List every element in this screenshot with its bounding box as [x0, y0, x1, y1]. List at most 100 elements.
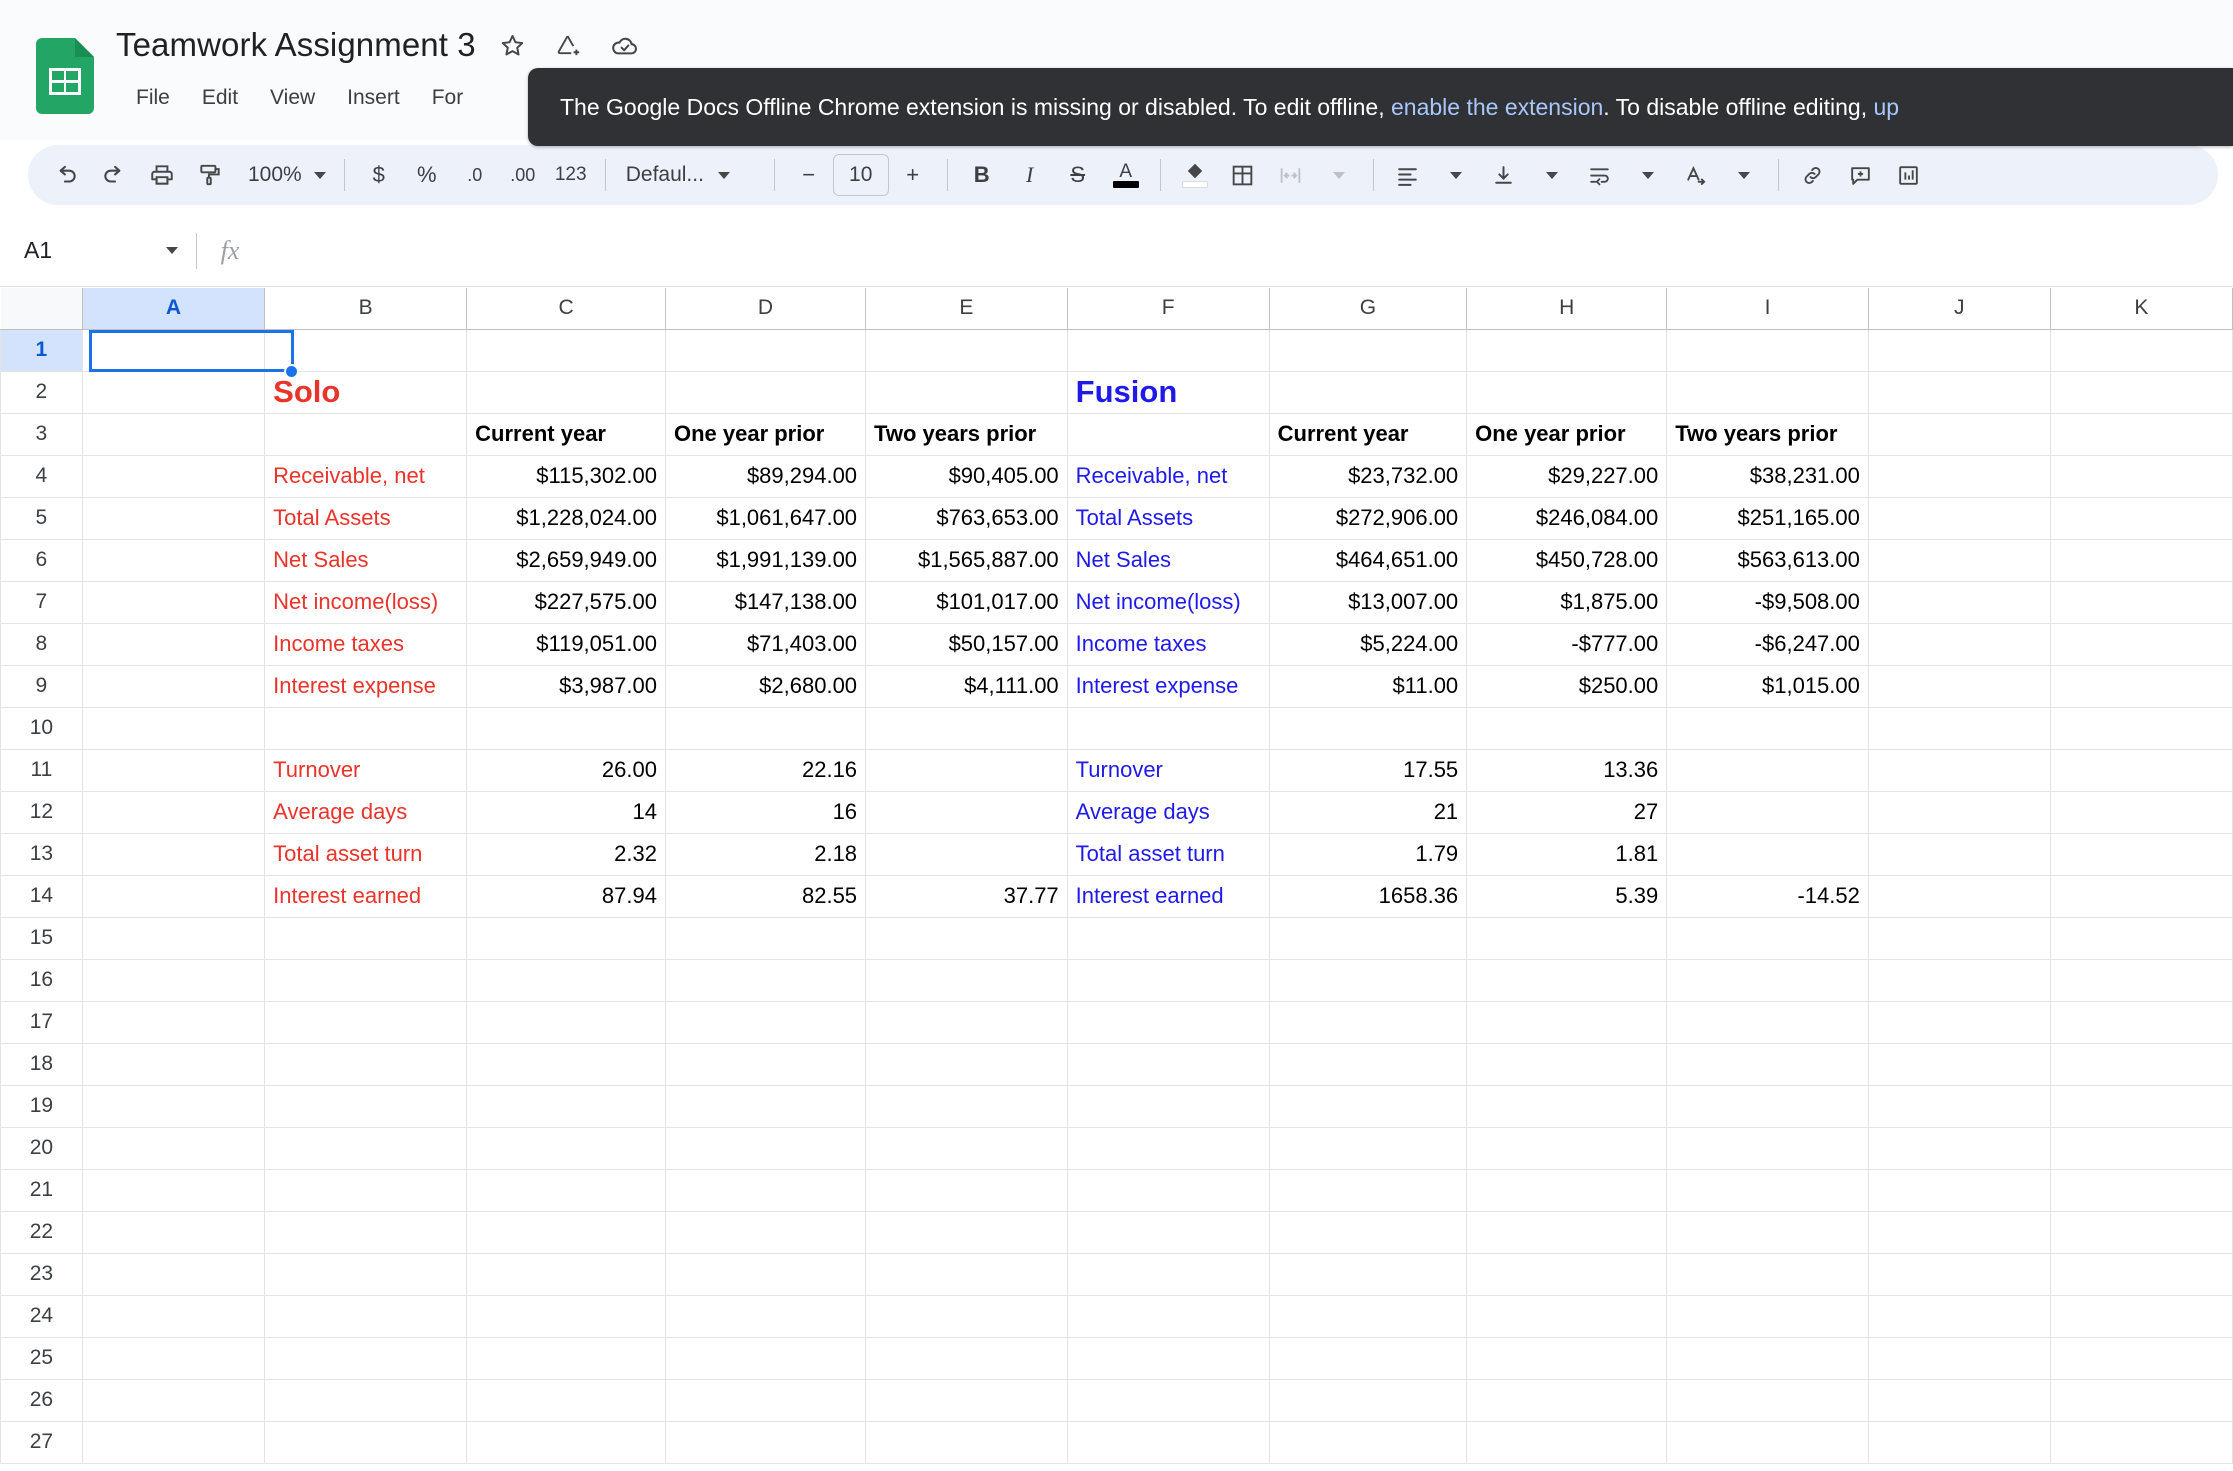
cell-C16[interactable]: [466, 958, 666, 1002]
cell-C13[interactable]: 2.32: [466, 832, 666, 876]
cell-D21[interactable]: [664, 1168, 867, 1212]
cell-K12[interactable]: [2049, 790, 2233, 834]
cell-G19[interactable]: [1268, 1084, 1468, 1128]
cell-D3[interactable]: One year prior: [664, 412, 867, 456]
cell-H8[interactable]: -$777.00: [1466, 622, 1668, 666]
cell-H6[interactable]: $450,728.00: [1466, 538, 1668, 582]
horizontal-align-dropdown[interactable]: [1432, 151, 1480, 199]
cell-G8[interactable]: $5,224.00: [1268, 622, 1468, 666]
cell-E5[interactable]: $763,653.00: [865, 496, 1068, 540]
cell-C8[interactable]: $119,051.00: [466, 622, 666, 666]
print-icon[interactable]: [138, 151, 186, 199]
cell-A25[interactable]: [81, 1336, 266, 1380]
cell-A22[interactable]: [81, 1210, 266, 1254]
cell-C11[interactable]: 26.00: [466, 748, 666, 792]
cell-E15[interactable]: [865, 916, 1068, 960]
cell-I4[interactable]: $38,231.00: [1666, 454, 1869, 498]
cell-I18[interactable]: [1666, 1042, 1869, 1086]
row-header-8[interactable]: 8: [0, 622, 83, 666]
cell-E23[interactable]: [865, 1252, 1068, 1296]
cell-D11[interactable]: 22.16: [664, 748, 867, 792]
cell-H9[interactable]: $250.00: [1466, 664, 1668, 708]
cell-E1[interactable]: [865, 328, 1068, 372]
cell-B7[interactable]: Net income(loss): [264, 580, 468, 624]
row-header-18[interactable]: 18: [0, 1042, 83, 1086]
cell-K2[interactable]: [2049, 370, 2233, 414]
cell-J21[interactable]: [1867, 1168, 2051, 1212]
menu-view[interactable]: View: [254, 81, 331, 115]
cell-B18[interactable]: [264, 1042, 468, 1086]
cell-D23[interactable]: [664, 1252, 867, 1296]
cell-E17[interactable]: [865, 1000, 1068, 1044]
cell-I8[interactable]: -$6,247.00: [1666, 622, 1869, 666]
menu-edit[interactable]: Edit: [186, 81, 254, 115]
cell-K22[interactable]: [2049, 1210, 2233, 1254]
cell-K6[interactable]: [2049, 538, 2233, 582]
cell-K7[interactable]: [2049, 580, 2233, 624]
cell-K11[interactable]: [2049, 748, 2233, 792]
row-header-15[interactable]: 15: [0, 916, 83, 960]
cell-I20[interactable]: [1666, 1126, 1869, 1170]
cell-F24[interactable]: [1066, 1294, 1270, 1338]
decrease-font-size-button[interactable]: −: [785, 151, 833, 199]
name-box[interactable]: A1: [0, 227, 196, 275]
cell-H21[interactable]: [1466, 1168, 1668, 1212]
cell-J5[interactable]: [1867, 496, 2051, 540]
row-header-20[interactable]: 20: [0, 1126, 83, 1170]
cell-H12[interactable]: 27: [1466, 790, 1668, 834]
row-header-5[interactable]: 5: [0, 496, 83, 540]
cell-C17[interactable]: [466, 1000, 666, 1044]
cell-J1[interactable]: [1867, 328, 2051, 372]
cell-F21[interactable]: [1066, 1168, 1270, 1212]
cell-G9[interactable]: $11.00: [1268, 664, 1468, 708]
cell-J25[interactable]: [1867, 1336, 2051, 1380]
cell-F17[interactable]: [1066, 1000, 1270, 1044]
column-header-I[interactable]: I: [1666, 288, 1869, 330]
text-rotation-dropdown[interactable]: [1720, 151, 1768, 199]
cell-E26[interactable]: [865, 1378, 1068, 1422]
cell-J15[interactable]: [1867, 916, 2051, 960]
row-header-9[interactable]: 9: [0, 664, 83, 708]
cell-G26[interactable]: [1268, 1378, 1468, 1422]
cell-B13[interactable]: Total asset turn: [264, 832, 468, 876]
cell-C25[interactable]: [466, 1336, 666, 1380]
cell-D24[interactable]: [664, 1294, 867, 1338]
cell-B20[interactable]: [264, 1126, 468, 1170]
cell-E21[interactable]: [865, 1168, 1068, 1212]
cell-I23[interactable]: [1666, 1252, 1869, 1296]
cell-K17[interactable]: [2049, 1000, 2233, 1044]
cell-J2[interactable]: [1867, 370, 2051, 414]
cell-H22[interactable]: [1466, 1210, 1668, 1254]
cell-I26[interactable]: [1666, 1378, 1869, 1422]
cell-B5[interactable]: Total Assets: [264, 496, 468, 540]
spreadsheet-grid[interactable]: A B C D E F G H I J K 1 2 Solo Fusion 3 Current year One …: [0, 288, 2233, 1471]
cell-H1[interactable]: [1466, 328, 1668, 372]
cell-I27[interactable]: [1666, 1420, 1869, 1464]
cell-F9[interactable]: Interest expense: [1066, 664, 1270, 708]
cell-G13[interactable]: 1.79: [1268, 832, 1468, 876]
cell-B23[interactable]: [264, 1252, 468, 1296]
cell-B17[interactable]: [264, 1000, 468, 1044]
cell-I17[interactable]: [1666, 1000, 1869, 1044]
cell-G22[interactable]: [1268, 1210, 1468, 1254]
cell-G20[interactable]: [1268, 1126, 1468, 1170]
cell-K24[interactable]: [2049, 1294, 2233, 1338]
row-header-10[interactable]: 10: [0, 706, 83, 750]
cell-D16[interactable]: [664, 958, 867, 1002]
cell-D9[interactable]: $2,680.00: [664, 664, 867, 708]
move-to-folder-icon[interactable]: [550, 26, 588, 64]
cell-K23[interactable]: [2049, 1252, 2233, 1296]
cell-C3[interactable]: Current year: [466, 412, 666, 456]
cell-J13[interactable]: [1867, 832, 2051, 876]
cell-H17[interactable]: [1466, 1000, 1668, 1044]
merge-cells-dropdown[interactable]: [1315, 151, 1363, 199]
cell-D15[interactable]: [664, 916, 867, 960]
cell-J9[interactable]: [1867, 664, 2051, 708]
cell-A24[interactable]: [81, 1294, 266, 1338]
row-header-12[interactable]: 12: [0, 790, 83, 834]
cell-J23[interactable]: [1867, 1252, 2051, 1296]
cell-B16[interactable]: [264, 958, 468, 1002]
cell-I24[interactable]: [1666, 1294, 1869, 1338]
zoom-selector[interactable]: 100%: [234, 154, 334, 196]
cell-C9[interactable]: $3,987.00: [466, 664, 666, 708]
